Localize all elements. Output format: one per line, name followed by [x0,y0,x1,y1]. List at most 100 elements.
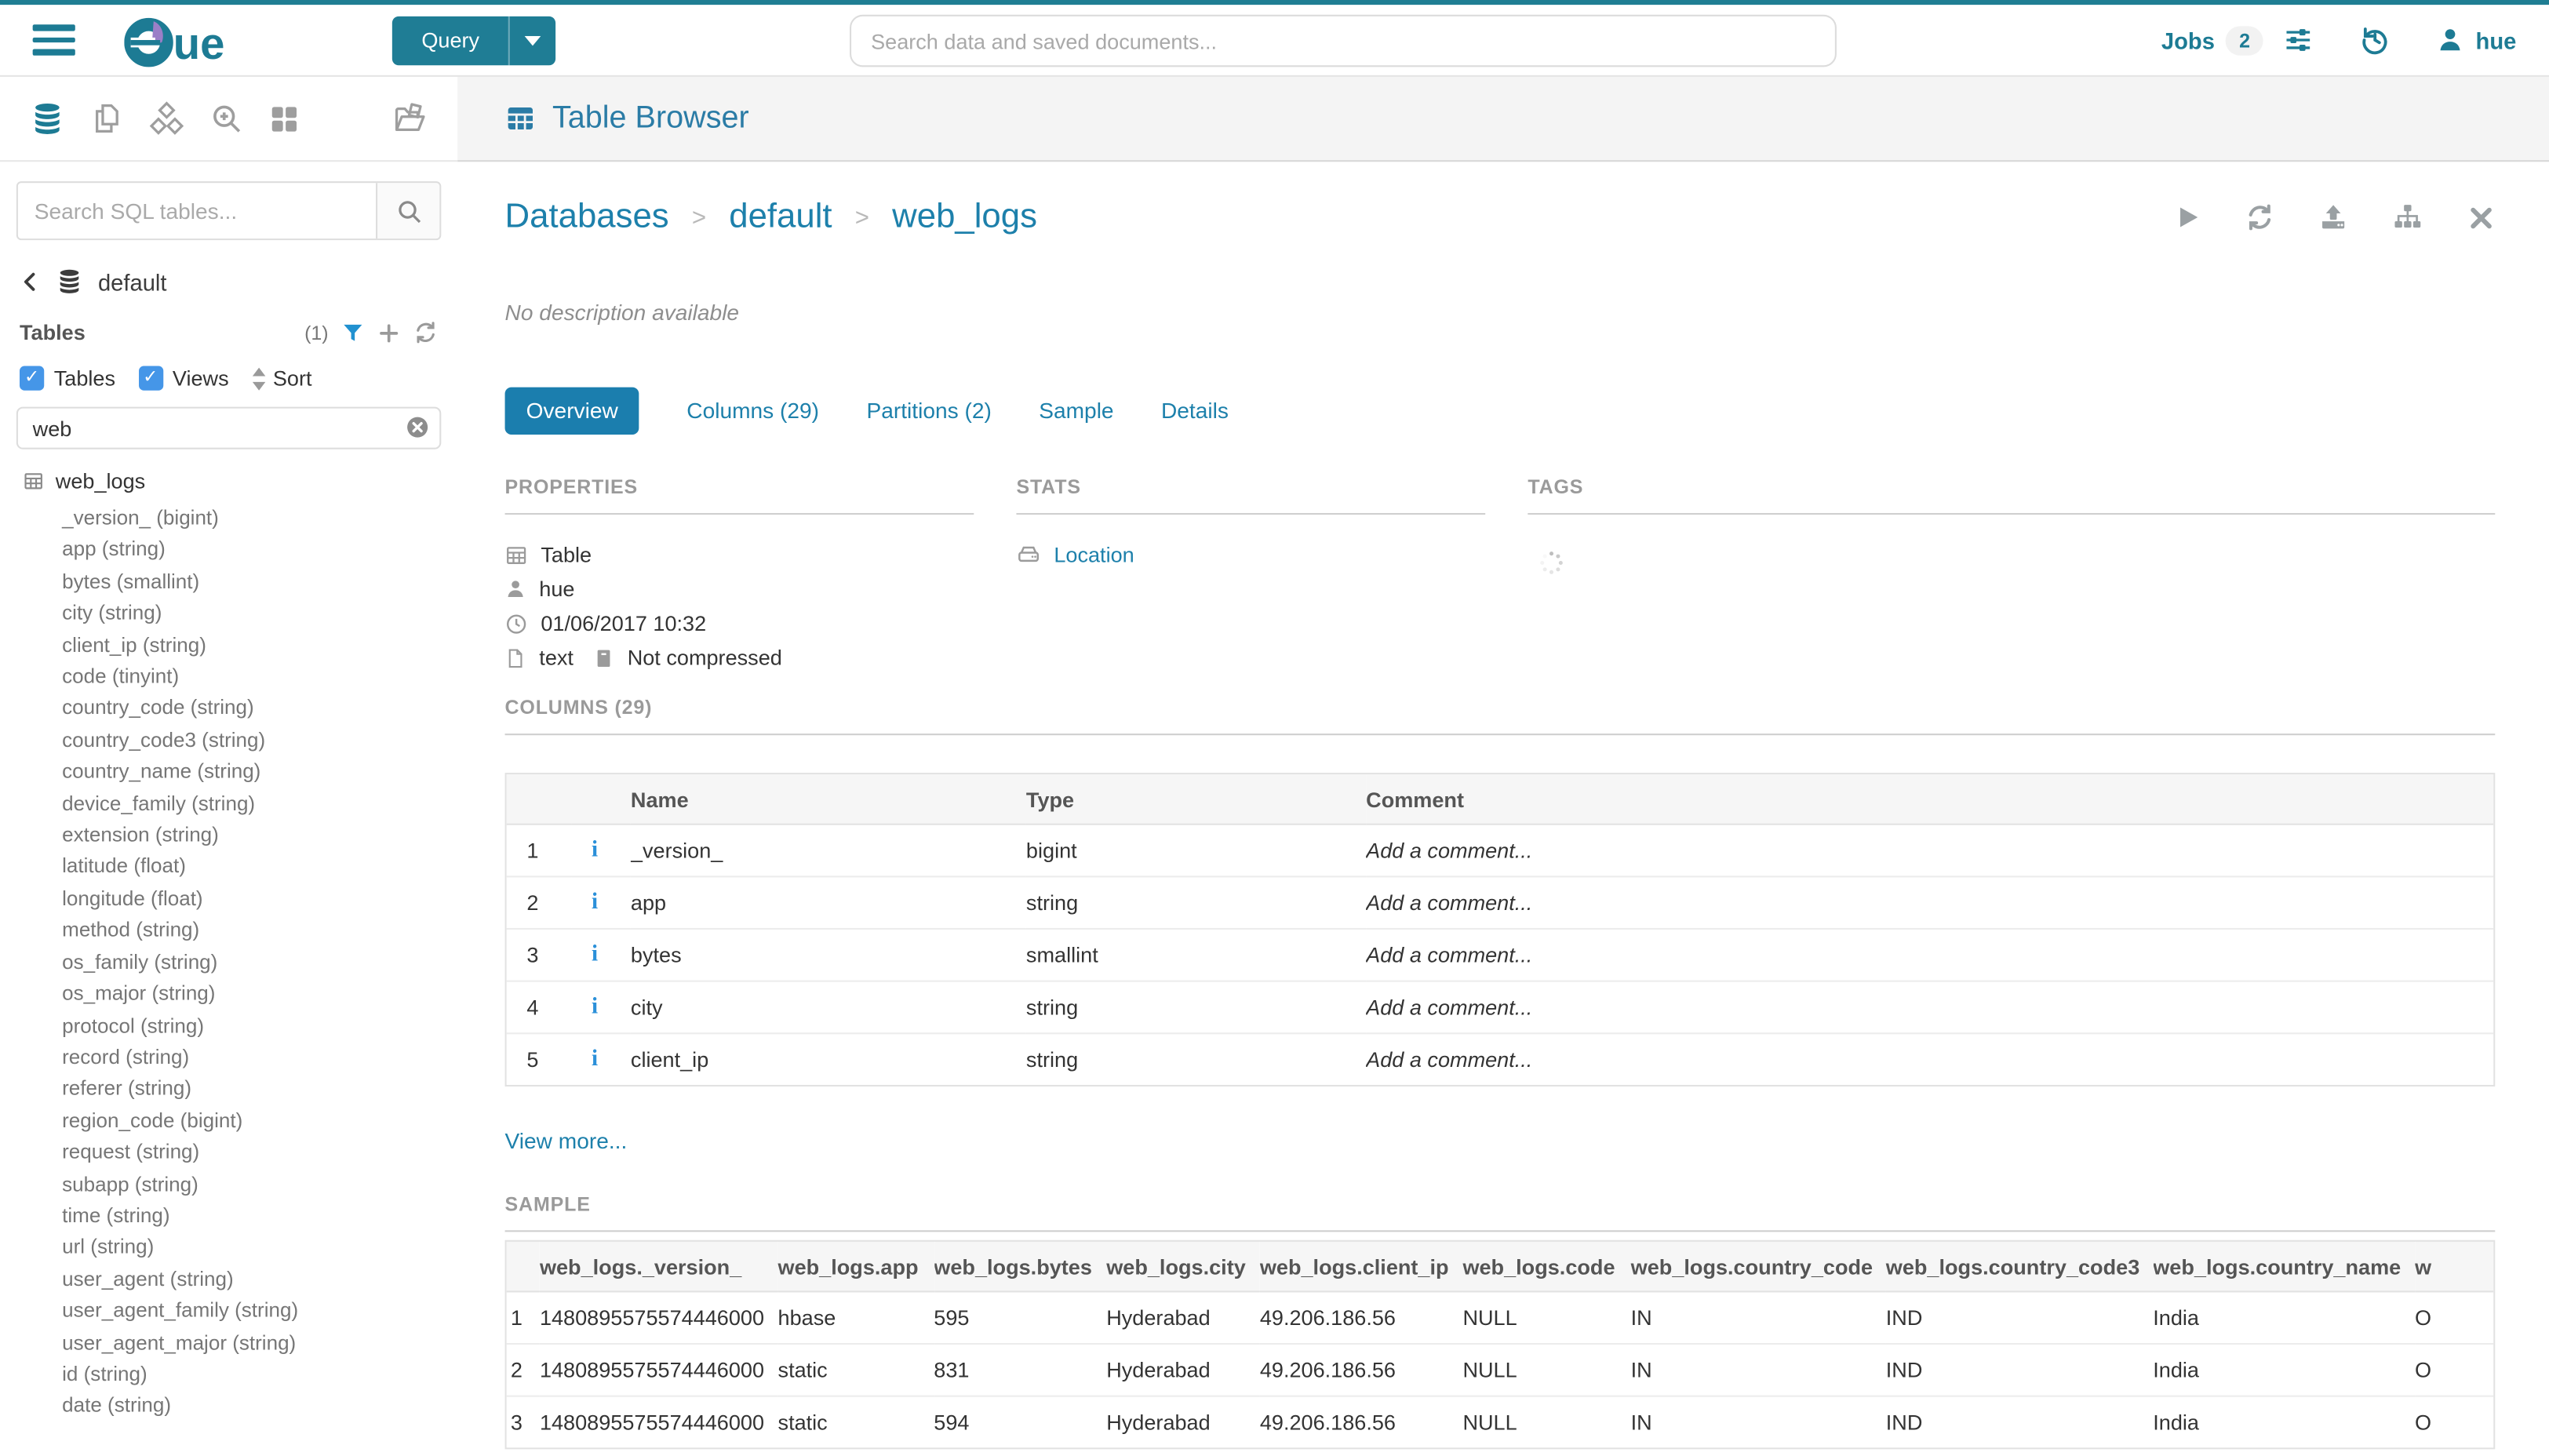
table-column-item[interactable]: time (string) [62,1201,435,1232]
query-play-icon[interactable] [2175,202,2201,231]
folder-document-icon[interactable] [392,100,428,136]
tables-checkbox[interactable]: ✓ [20,366,44,391]
search-icon[interactable] [376,183,439,238]
info-icon[interactable]: i [592,995,598,1019]
database-nav-icon[interactable] [29,100,65,136]
navbar-right-group: Jobs 2 [2161,24,2516,56]
history-icon[interactable] [2360,24,2391,56]
caret-down-icon[interactable] [511,16,556,64]
table-column-item[interactable]: date (string) [62,1391,435,1422]
column-comment-placeholder[interactable]: Add a comment... [1366,1033,2493,1085]
column-row: 5 i client_ip string Add a comment... [507,1033,2494,1085]
query-button[interactable]: Query [392,16,556,64]
info-icon[interactable]: i [592,1047,598,1072]
table-column-item[interactable]: region_code (bigint) [62,1105,435,1137]
column-name-link[interactable]: city [631,981,1026,1034]
chevron-left-icon[interactable] [20,271,41,293]
table-column-item[interactable]: code (tinyint) [62,662,435,693]
clear-filter-icon[interactable] [406,415,430,439]
table-column-item[interactable]: country_code (string) [62,693,435,725]
table-column-item[interactable]: protocol (string) [62,1010,435,1042]
table-column-item[interactable]: referer (string) [62,1074,435,1105]
user-icon[interactable] [2437,26,2464,53]
query-button-label[interactable]: Query [392,16,509,64]
current-user-name[interactable]: hue [2476,27,2517,53]
table-column-item[interactable]: client_ip (string) [62,630,435,661]
tab-overview[interactable]: Overview [505,388,639,435]
filter-funnel-icon[interactable] [341,321,364,344]
views-checkbox-label[interactable]: Views [173,366,229,391]
global-search-input[interactable] [850,15,1837,67]
table-column-item[interactable]: longitude (float) [62,883,435,915]
tab-details[interactable]: Details [1161,399,1229,423]
table-column-item[interactable]: record (string) [62,1043,435,1074]
table-column-item[interactable]: city (string) [62,599,435,630]
views-checkbox[interactable]: ✓ [138,366,162,391]
table-entry-name[interactable]: web_logs [56,469,145,493]
upload-icon[interactable] [2318,202,2347,231]
table-entry-web-logs[interactable]: web_logs [23,469,435,493]
jobs-link[interactable]: Jobs [2161,27,2215,53]
table-column-item[interactable]: os_family (string) [62,947,435,978]
search-plus-nav-icon[interactable] [209,101,244,136]
column-comment-placeholder[interactable]: Add a comment... [1366,824,2493,877]
sitemap-icon[interactable] [2392,202,2423,231]
table-column-item[interactable]: method (string) [62,915,435,947]
table-column-item[interactable]: user_agent (string) [62,1264,435,1295]
tab-columns[interactable]: Columns (29) [686,399,819,423]
refresh-tables-icon[interactable] [413,320,438,344]
table-column-item[interactable]: request (string) [62,1138,435,1169]
column-name-link[interactable]: app [631,876,1026,929]
sliders-icon[interactable] [2283,24,2314,56]
column-comment-placeholder[interactable]: Add a comment... [1366,876,2493,929]
column-comment-placeholder[interactable]: Add a comment... [1366,981,2493,1034]
hamburger-menu-icon[interactable] [33,25,75,56]
column-comment-placeholder[interactable]: Add a comment... [1366,929,2493,981]
sidebar-search [16,181,442,240]
refresh-icon[interactable] [2245,202,2274,231]
col-header-info [572,774,631,824]
current-database-name[interactable]: default [98,269,167,295]
compression-value: Not compressed [628,646,782,670]
info-icon[interactable]: i [592,838,598,862]
table-column-item[interactable]: country_name (string) [62,757,435,788]
table-column-item[interactable]: app (string) [62,535,435,566]
close-icon[interactable] [2467,203,2495,231]
top-navbar: ue Query Jobs 2 [0,5,2549,77]
column-name-link[interactable]: bytes [631,929,1026,981]
tab-partitions[interactable]: Partitions (2) [866,399,991,423]
view-more-link[interactable]: View more... [505,1129,628,1153]
tables-checkbox-label[interactable]: Tables [54,366,115,391]
location-link[interactable]: Location [1054,542,1134,566]
table-column-item[interactable]: extension (string) [62,821,435,852]
table-column-item[interactable]: device_family (string) [62,788,435,820]
hue-logo[interactable]: ue [124,13,242,68]
breadcrumb-databases[interactable]: Databases [505,198,669,237]
apps-grid-nav-icon[interactable] [268,102,301,135]
breadcrumb-default[interactable]: default [729,198,832,237]
info-icon[interactable]: i [592,890,598,915]
info-icon[interactable]: i [592,943,598,967]
table-column-item[interactable]: bytes (smallint) [62,566,435,598]
table-column-item[interactable]: url (string) [62,1232,435,1264]
table-filter-input[interactable] [16,407,442,450]
table-column-item[interactable]: user_agent_family (string) [62,1296,435,1327]
table-column-item[interactable]: subapp (string) [62,1169,435,1200]
table-column-item[interactable]: user_agent_major (string) [62,1327,435,1359]
sql-tables-search-input[interactable] [18,183,376,238]
divider [505,513,974,515]
table-column-item[interactable]: country_code3 (string) [62,725,435,756]
table-column-item[interactable]: _version_ (bigint) [62,503,435,534]
column-name-link[interactable]: _version_ [631,824,1026,877]
column-name-link[interactable]: client_ip [631,1033,1026,1085]
jobs-count-badge[interactable]: 2 [2227,25,2263,54]
table-column-item[interactable]: id (string) [62,1360,435,1391]
table-column-item[interactable]: latitude (float) [62,852,435,883]
table-column-item[interactable]: os_major (string) [62,979,435,1010]
tab-sample[interactable]: Sample [1039,399,1113,423]
sample-row-number: 2 [507,1344,540,1396]
cubes-nav-icon[interactable] [149,100,185,136]
sort-toggle[interactable]: Sort [252,366,312,391]
add-table-icon[interactable] [377,321,400,344]
documents-nav-icon[interactable] [90,101,125,136]
